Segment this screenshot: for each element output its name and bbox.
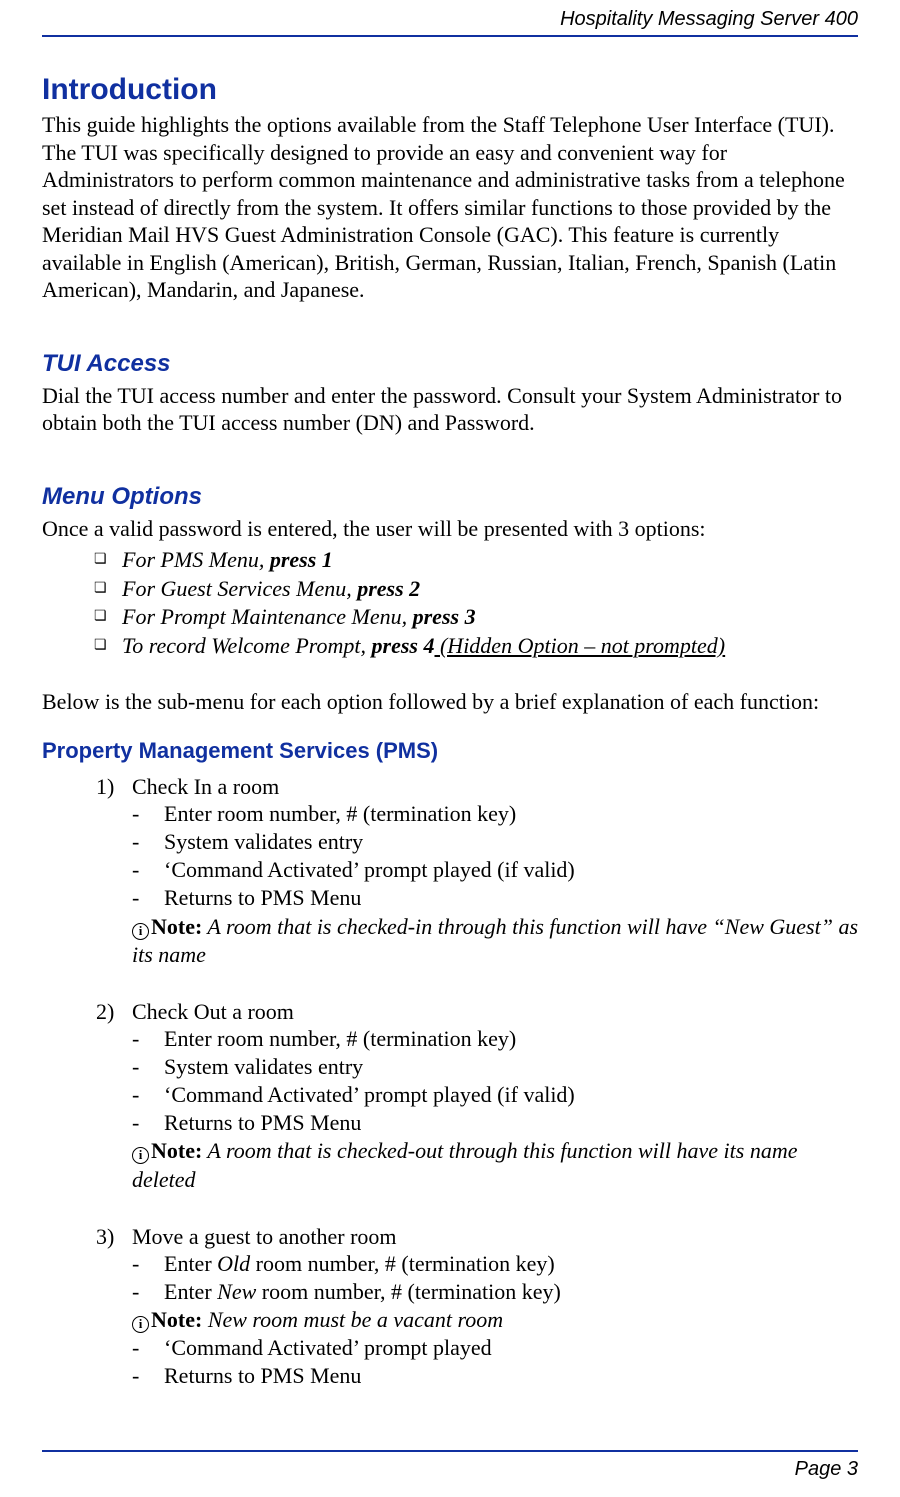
heading-tui-access: TUI Access xyxy=(42,350,858,378)
menu-prefix: To record Welcome Prompt, xyxy=(122,633,372,658)
item-number: 2) xyxy=(96,999,132,1025)
note-label: Note: xyxy=(151,1138,202,1163)
menu-action: press 1 xyxy=(270,547,333,572)
menu-option: For Prompt Maintenance Menu, press 3 xyxy=(94,603,858,632)
step: -Enter room number, # (termination key) xyxy=(132,800,858,828)
page-footer: Page 3 xyxy=(42,1450,858,1481)
heading-pms: Property Management Services (PMS) xyxy=(42,738,858,764)
info-icon: i xyxy=(132,1147,149,1164)
step: -‘Command Activated’ prompt played (if v… xyxy=(132,1081,858,1109)
menu-suffix: (Hidden Option – not prompted) xyxy=(434,633,725,658)
paragraph-below: Below is the sub-menu for each option fo… xyxy=(42,688,858,716)
paragraph-intro: This guide highlights the options availa… xyxy=(42,111,858,304)
item-number: 3) xyxy=(96,1224,132,1250)
step: -System validates entry xyxy=(132,828,858,856)
item-title: Check In a room xyxy=(132,774,279,800)
paragraph-menu-intro: Once a valid password is entered, the us… xyxy=(42,515,858,543)
step-list: -Enter room number, # (termination key) … xyxy=(96,1025,858,1138)
paragraph-tui-access: Dial the TUI access number and enter the… xyxy=(42,382,858,437)
note-text: A room that is checked-in through this f… xyxy=(132,914,858,967)
step: -Enter room number, # (termination key) xyxy=(132,1025,858,1053)
note-text: New room must be a vacant room xyxy=(202,1307,503,1332)
menu-action: press 2 xyxy=(357,576,420,601)
pms-list: 1) Check In a room -Enter room number, #… xyxy=(42,774,858,1391)
step-list: -Enter Old room number, # (termination k… xyxy=(96,1250,858,1306)
step-list: -Enter room number, # (termination key) … xyxy=(96,800,858,913)
menu-option: For Guest Services Menu, press 2 xyxy=(94,575,858,604)
pms-item-move: 3) Move a guest to another room -Enter O… xyxy=(96,1224,858,1391)
menu-prefix: For Guest Services Menu, xyxy=(122,576,357,601)
note: iNote: New room must be a vacant room xyxy=(96,1306,858,1334)
note: iNote: A room that is checked-out throug… xyxy=(96,1137,858,1193)
menu-action: press 3 xyxy=(413,604,476,629)
item-number: 1) xyxy=(96,774,132,800)
info-icon: i xyxy=(132,1316,149,1333)
info-icon: i xyxy=(132,923,149,940)
step: -‘Command Activated’ prompt played xyxy=(132,1334,858,1362)
menu-prefix: For PMS Menu, xyxy=(122,547,270,572)
item-title: Check Out a room xyxy=(132,999,294,1025)
note-text: A room that is checked-out through this … xyxy=(132,1138,797,1191)
pms-item-checkin: 1) Check In a room -Enter room number, #… xyxy=(96,774,858,969)
menu-option: For PMS Menu, press 1 xyxy=(94,546,858,575)
menu-action: press 4 xyxy=(372,633,435,658)
note-label: Note: xyxy=(151,1307,202,1332)
step: -Returns to PMS Menu xyxy=(132,1109,858,1137)
step: -‘Command Activated’ prompt played (if v… xyxy=(132,856,858,884)
step: -Enter New room number, # (termination k… xyxy=(132,1278,858,1306)
note: iNote: A room that is checked-in through… xyxy=(96,913,858,969)
header-title: Hospitality Messaging Server 400 xyxy=(560,8,858,30)
heading-menu-options: Menu Options xyxy=(42,483,858,511)
step: -Returns to PMS Menu xyxy=(132,1362,858,1390)
step: -System validates entry xyxy=(132,1053,858,1081)
page-number: Page 3 xyxy=(795,1458,858,1480)
page-header: Hospitality Messaging Server 400 xyxy=(42,0,858,37)
menu-option: To record Welcome Prompt, press 4 (Hidde… xyxy=(94,632,858,661)
menu-options-list: For PMS Menu, press 1 For Guest Services… xyxy=(42,546,858,660)
page-content: Introduction This guide highlights the o… xyxy=(42,37,858,1391)
heading-introduction: Introduction xyxy=(42,73,858,107)
menu-prefix: For Prompt Maintenance Menu, xyxy=(122,604,413,629)
step: -Returns to PMS Menu xyxy=(132,884,858,912)
pms-item-checkout: 2) Check Out a room -Enter room number, … xyxy=(96,999,858,1194)
step-list: -‘Command Activated’ prompt played -Retu… xyxy=(96,1334,858,1390)
item-title: Move a guest to another room xyxy=(132,1224,397,1250)
step: -Enter Old room number, # (termination k… xyxy=(132,1250,858,1278)
note-label: Note: xyxy=(151,914,202,939)
